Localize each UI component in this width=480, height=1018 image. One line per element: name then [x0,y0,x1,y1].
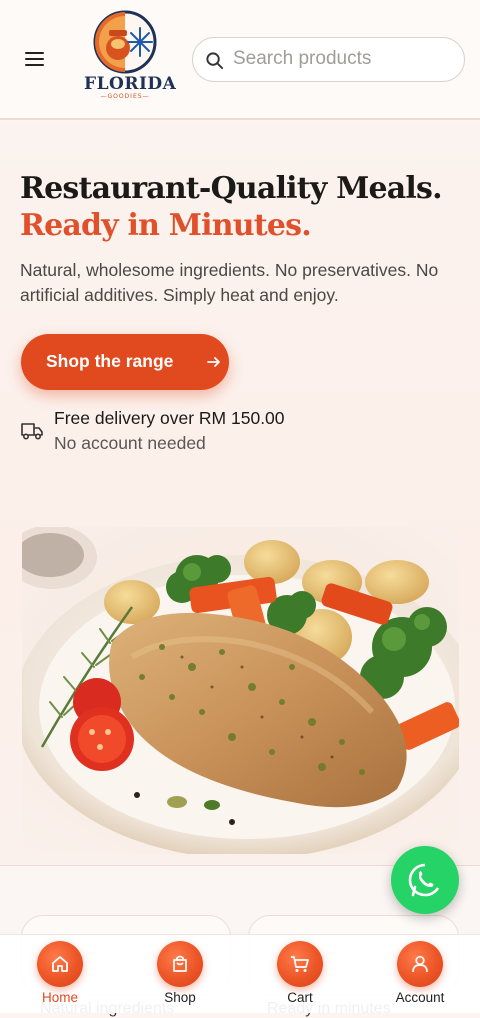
arrow-right-icon [207,357,220,367]
hero-lead: Natural, wholesome ingredients. No prese… [20,260,439,305]
nav-item-account[interactable]: Account [360,935,480,1014]
nav-label-shop: Shop [164,990,196,1005]
cta-label: Shop the range [46,351,174,371]
logo-emblem-icon [93,10,157,74]
delivery-subtitle: No account needed [54,433,206,453]
whatsapp-button[interactable] [391,846,459,914]
search-input[interactable] [233,44,453,74]
cart-icon [277,941,323,987]
user-icon [397,941,443,987]
menu-icon[interactable] [22,48,48,70]
search-bar[interactable] [192,37,465,82]
shop-the-range-button[interactable]: Shop the range [21,334,229,390]
truck-icon [21,423,43,440]
nav-item-shop[interactable]: Shop [120,935,240,1014]
logo-text: FLORIDA [84,74,177,94]
shopping-bag-icon [157,941,203,987]
home-icon [37,941,83,987]
logo[interactable]: FLORIDA —GOODIES— [84,10,177,102]
nav-label-account: Account [395,990,445,1005]
nav-label-home: Home [41,990,78,1005]
hero-food-image [22,527,459,854]
delivery-title: Free delivery over RM 150.00 [54,408,285,428]
logo-subtext-label: GOODIES [107,93,143,100]
nav-item-home[interactable]: Home [0,935,120,1014]
logo-subtext: —GOODIES— [100,93,150,100]
hero-headline: Restaurant-Quality Meals. [20,171,443,206]
hero-headline-accent: Ready in Minutes. [20,208,312,243]
search-icon [206,52,224,70]
nav-label-cart: Cart [287,990,313,1005]
nav-item-cart[interactable]: Cart [240,935,360,1014]
whatsapp-icon [408,863,440,897]
bottom-nav: Home Shop Cart Account [0,934,480,1013]
header: FLORIDA —GOODIES— [0,0,480,120]
